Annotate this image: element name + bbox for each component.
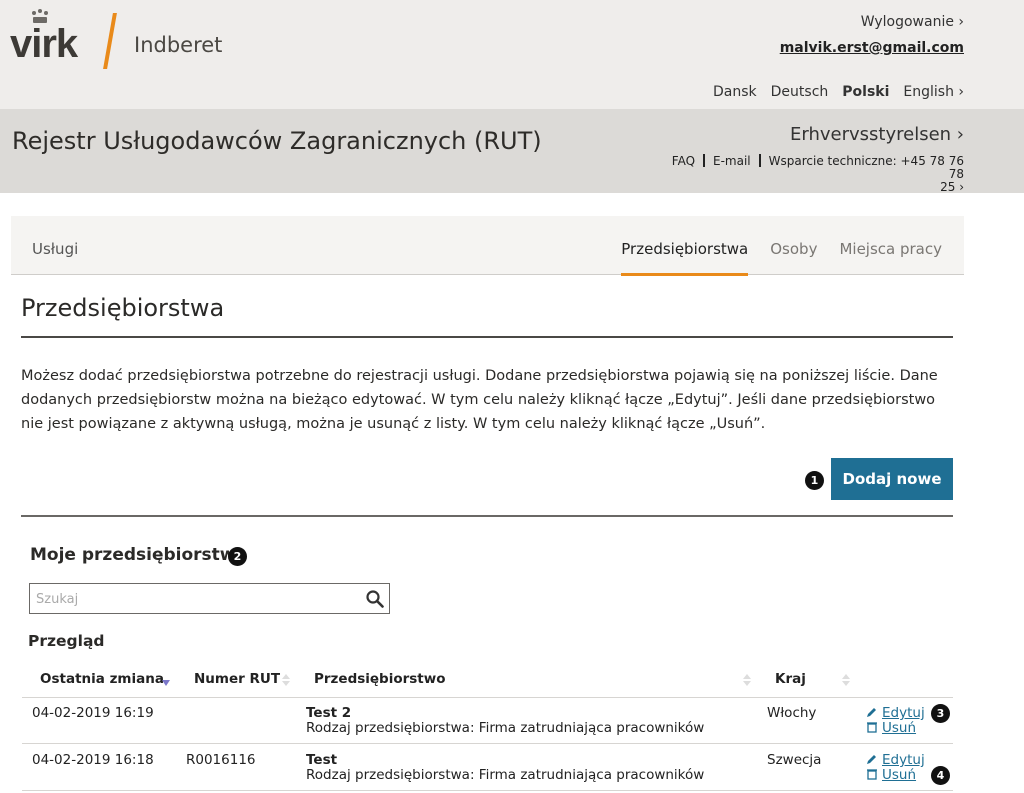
company-type: Rodzaj przedsiębiorstwa: Firma zatrudnia… (306, 767, 705, 783)
col-header-rut[interactable]: Numer RUT (194, 671, 280, 687)
company-type: Rodzaj przedsiębiorstwa: Firma zatrudnia… (306, 720, 705, 736)
delete-link[interactable]: Usuń (882, 767, 916, 783)
tab-miejsca-pracy[interactable]: Miejsca pracy (839, 240, 942, 258)
divider (21, 336, 953, 338)
sort-icon[interactable] (841, 673, 851, 687)
language-selector: Dansk Deutsch Polski English › (713, 84, 964, 100)
edit-link[interactable]: Edytuj (882, 705, 925, 721)
my-companies-title: Moje przedsiębiorstwa (30, 545, 247, 565)
cell-rut: R0016116 (186, 752, 256, 768)
main-nav: Usługi Przedsiębiorstwa Osoby Miejsca pr… (11, 216, 964, 276)
user-email-link[interactable]: malvik.erst@gmail.com (780, 40, 964, 56)
cell-country: Włochy (767, 705, 817, 721)
page-title: Rejestr Usługodawców Zagranicznych (RUT) (12, 127, 542, 155)
tab-przedsiebiorstwa[interactable]: Przedsiębiorstwa (621, 240, 748, 276)
company-name: Test 2 (306, 705, 352, 721)
sort-desc-icon[interactable] (161, 673, 171, 687)
col-header-last-change[interactable]: Ostatnia zmiana (40, 671, 164, 687)
help-links: FAQ E-mail Wsparcie techniczne: +45 78 76 … (654, 154, 964, 194)
virk-logo[interactable]: virk (10, 22, 78, 67)
row-divider (22, 790, 953, 791)
delete-action[interactable]: Usuń (866, 767, 916, 783)
trash-icon (867, 769, 877, 780)
step-badge: 1 (805, 471, 824, 490)
col-header-company[interactable]: Przedsiębiorstwo (314, 671, 446, 687)
row-divider (22, 743, 953, 744)
overview-label: Przegląd (28, 632, 105, 650)
faq-link[interactable]: FAQ (672, 154, 695, 168)
intro-text: Możesz dodać przedsiębiorstwa potrzebne … (21, 368, 938, 432)
nav-uslugi[interactable]: Usługi (32, 240, 78, 258)
col-header-country[interactable]: Kraj (775, 671, 806, 687)
lang-english[interactable]: English › (903, 84, 964, 100)
tab-osoby[interactable]: Osoby (770, 240, 817, 258)
separator (703, 154, 706, 167)
cell-country: Szwecja (767, 752, 822, 768)
email-link[interactable]: E-mail (713, 154, 751, 168)
step-badge: 2 (228, 547, 247, 566)
support-link-cont[interactable]: 25 › (940, 180, 964, 194)
sort-icon[interactable] (281, 673, 291, 687)
step-badge: 4 (931, 766, 950, 785)
lang-polski[interactable]: Polski (842, 84, 889, 100)
row-divider (22, 697, 953, 698)
support-link[interactable]: Wsparcie techniczne: +45 78 76 78 (769, 154, 964, 181)
search-icon[interactable] (366, 590, 384, 608)
edit-action[interactable]: Edytuj (866, 705, 925, 721)
sort-icon[interactable] (742, 673, 752, 687)
cell-company: Test 2 Rodzaj przedsiębiorstwa: Firma za… (306, 706, 704, 736)
search-input[interactable] (34, 584, 358, 614)
lang-deutsch[interactable]: Deutsch (771, 84, 829, 100)
sub-brand: Indberet (134, 33, 223, 57)
separator (758, 154, 761, 167)
edit-action[interactable]: Edytuj (866, 752, 925, 768)
cell-date: 04-02-2019 16:18 (32, 752, 154, 768)
section-heading: Przedsiębiorstwa (21, 294, 225, 322)
search-box (29, 583, 390, 614)
nav-tabs: Przedsiębiorstwa Osoby Miejsca pracy (621, 240, 942, 276)
delete-link[interactable]: Usuń (882, 720, 916, 736)
cell-date: 04-02-2019 16:19 (32, 705, 154, 721)
lang-dansk[interactable]: Dansk (713, 84, 757, 100)
divider (21, 515, 953, 517)
company-name: Test (306, 752, 338, 768)
logout-link[interactable]: Wylogowanie › (861, 14, 964, 30)
add-new-button[interactable]: Dodaj nowe (831, 458, 953, 500)
delete-action[interactable]: Usuń (866, 720, 916, 736)
agency-link[interactable]: Erhvervsstyrelsen › (790, 124, 964, 145)
edit-link[interactable]: Edytuj (882, 752, 925, 768)
cell-company: Test Rodzaj przedsiębiorstwa: Firma zatr… (306, 753, 704, 783)
step-badge: 3 (931, 704, 950, 723)
pencil-icon (867, 755, 876, 764)
pencil-icon (867, 708, 876, 717)
trash-icon (867, 722, 877, 733)
